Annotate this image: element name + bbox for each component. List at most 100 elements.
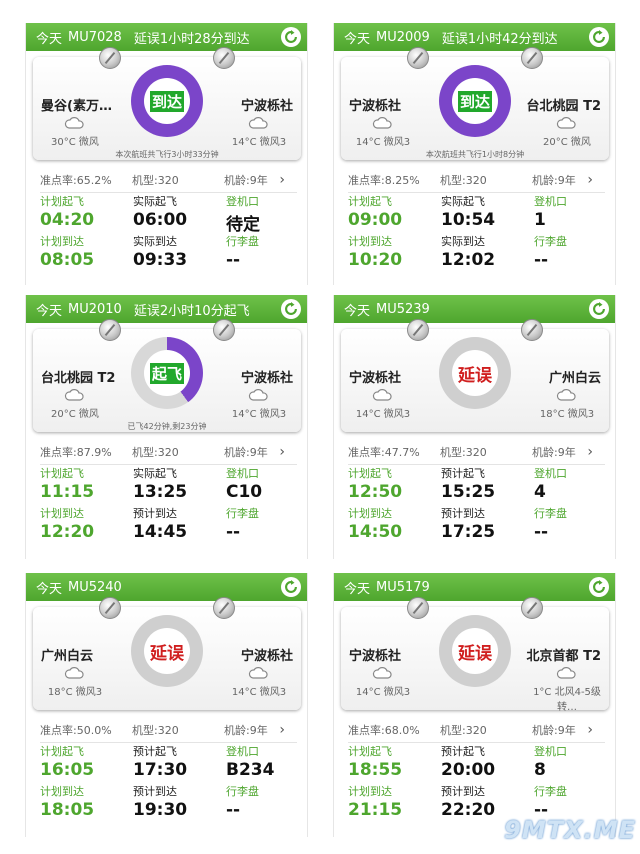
flight-card[interactable]: 今天 MU5240 广州白云 宁波栎社 18°C 微风3 14°C 微风3 延误 bbox=[25, 573, 308, 837]
flight-number: MU7028 bbox=[68, 29, 122, 45]
flight-number: MU2010 bbox=[68, 301, 122, 317]
gate: 登机口 C10 bbox=[226, 465, 262, 502]
baggage-label: 行李盘 bbox=[534, 785, 567, 798]
flight-card[interactable]: 今天 MU5179 宁波栎社 北京首都 T2 14°C 微风3 1°C 北风4-… bbox=[333, 573, 616, 837]
departure-city: 宁波栎社 bbox=[349, 99, 402, 114]
scheduled-arrival-time: 18:05 bbox=[40, 800, 95, 820]
flight-status-collage: 今天 MU7028 延误1小时28分到达 曼谷(素万… 宁波栎社 30°C 微风… bbox=[0, 0, 640, 854]
aircraft-model: 机型:320 bbox=[440, 724, 487, 737]
day-label: 今天 bbox=[36, 303, 63, 319]
aircraft-model: 机型:320 bbox=[440, 174, 487, 187]
chevron-right-icon[interactable]: › bbox=[279, 172, 285, 188]
actual-arrival: 预计到达 19:30 bbox=[133, 783, 187, 820]
scheduled-arrival-time: 14:50 bbox=[348, 522, 403, 542]
arrival-weather: 1°C 北风4-5级转… bbox=[527, 665, 607, 713]
actual-arrival: 实际到达 12:02 bbox=[441, 233, 495, 270]
actual-departure-label: 实际起飞 bbox=[441, 195, 485, 208]
ontime-rate: 准点率:87.9% bbox=[40, 446, 112, 459]
day-label: 今天 bbox=[344, 581, 371, 597]
departure-city: 台北桃园 T2 bbox=[41, 371, 116, 386]
scheduled-departure-label: 计划起飞 bbox=[348, 195, 392, 208]
chevron-right-icon[interactable]: › bbox=[279, 722, 285, 738]
chevron-right-icon[interactable]: › bbox=[587, 444, 593, 460]
actual-departure-label: 预计起飞 bbox=[441, 745, 485, 758]
chevron-right-icon[interactable]: › bbox=[587, 172, 593, 188]
baggage-carousel: 行李盘 -- bbox=[226, 233, 259, 270]
day-label: 今天 bbox=[36, 581, 63, 597]
chevron-right-icon[interactable]: › bbox=[279, 444, 285, 460]
screw-icon bbox=[521, 47, 543, 69]
departure-weather-text: 18°C 微风3 bbox=[47, 687, 103, 698]
scheduled-departure-label: 计划起飞 bbox=[40, 467, 84, 480]
refresh-icon[interactable] bbox=[589, 27, 609, 47]
cloud-icon bbox=[219, 665, 299, 681]
scheduled-departure-label: 计划起飞 bbox=[348, 745, 392, 758]
arrival-weather: 14°C 微风3 bbox=[219, 115, 299, 148]
baggage-carousel: 行李盘 -- bbox=[226, 505, 259, 542]
refresh-icon[interactable] bbox=[281, 577, 301, 597]
gate: 登机口 4 bbox=[534, 465, 567, 502]
arrival-city: 广州白云 bbox=[548, 371, 601, 386]
departure-city: 宁波栎社 bbox=[349, 649, 402, 664]
actual-arrival-label: 预计到达 bbox=[441, 785, 485, 798]
baggage-value: -- bbox=[534, 522, 549, 542]
flight-card[interactable]: 今天 MU7028 延误1小时28分到达 曼谷(素万… 宁波栎社 30°C 微风… bbox=[25, 23, 308, 285]
scheduled-arrival: 计划到达 08:05 bbox=[40, 233, 94, 270]
scheduled-departure: 计划起飞 18:55 bbox=[348, 743, 402, 780]
flight-card[interactable]: 今天 MU2010 延误2小时10分起飞 台北桃园 T2 宁波栎社 20°C 微… bbox=[25, 295, 308, 559]
aircraft-stats[interactable]: 准点率:68.0% 机型:320 机龄:9年 › bbox=[348, 722, 605, 743]
aircraft-stats[interactable]: 准点率:65.2% 机型:320 机龄:9年 › bbox=[40, 172, 297, 193]
flight-card[interactable]: 今天 MU5239 宁波栎社 广州白云 14°C 微风3 18°C 微风3 延误 bbox=[333, 295, 616, 559]
arrival-weather-text: 18°C 微风3 bbox=[539, 409, 595, 420]
actual-departure-time: 17:30 bbox=[133, 760, 188, 780]
arrival-weather: 14°C 微风3 bbox=[219, 665, 299, 698]
actual-departure-label: 实际起飞 bbox=[133, 467, 177, 480]
baggage-label: 行李盘 bbox=[534, 235, 567, 248]
arrival-weather-text: 1°C 北风4-5级转… bbox=[533, 687, 601, 713]
baggage-carousel: 行李盘 -- bbox=[226, 783, 259, 820]
chevron-right-icon[interactable]: › bbox=[587, 722, 593, 738]
departure-weather: 14°C 微风3 bbox=[343, 387, 423, 420]
arrival-city: 北京首都 T2 bbox=[526, 649, 601, 664]
aircraft-stats[interactable]: 准点率:8.25% 机型:320 机龄:9年 › bbox=[348, 172, 605, 193]
arrival-weather: 20°C 微风 bbox=[527, 115, 607, 148]
aircraft-age: 机龄:9年 bbox=[224, 446, 268, 459]
refresh-icon[interactable] bbox=[589, 577, 609, 597]
arrival-weather-text: 14°C 微风3 bbox=[231, 687, 287, 698]
gate-label: 登机口 bbox=[226, 745, 259, 758]
arrival-weather-text: 20°C 微风 bbox=[543, 137, 591, 148]
scheduled-departure-time: 18:55 bbox=[348, 760, 403, 780]
cloud-icon bbox=[527, 665, 607, 681]
scheduled-arrival: 计划到达 10:20 bbox=[348, 233, 402, 270]
scheduled-arrival-time: 08:05 bbox=[40, 250, 95, 270]
departure-weather: 20°C 微风 bbox=[35, 387, 115, 420]
flight-card[interactable]: 今天 MU2009 延误1小时42分到达 宁波栎社 台北桃园 T2 14°C 微… bbox=[333, 23, 616, 285]
status-ring: 延误 bbox=[439, 615, 511, 687]
actual-arrival-label: 预计到达 bbox=[133, 507, 177, 520]
scheduled-arrival-label: 计划到达 bbox=[348, 235, 392, 248]
aircraft-stats[interactable]: 准点率:50.0% 机型:320 机龄:9年 › bbox=[40, 722, 297, 743]
aircraft-age: 机龄:9年 bbox=[532, 446, 576, 459]
refresh-icon[interactable] bbox=[589, 299, 609, 319]
aircraft-age: 机龄:9年 bbox=[532, 724, 576, 737]
scheduled-departure-time: 09:00 bbox=[348, 210, 403, 230]
screw-icon bbox=[521, 319, 543, 341]
refresh-icon[interactable] bbox=[281, 27, 301, 47]
departure-weather-text: 30°C 微风 bbox=[51, 137, 99, 148]
scheduled-departure: 计划起飞 16:05 bbox=[40, 743, 94, 780]
status-ring: 延误 bbox=[439, 337, 511, 409]
refresh-icon[interactable] bbox=[281, 299, 301, 319]
aircraft-stats[interactable]: 准点率:47.7% 机型:320 机龄:9年 › bbox=[348, 444, 605, 465]
scheduled-departure-time: 16:05 bbox=[40, 760, 95, 780]
scheduled-departure-time: 04:20 bbox=[40, 210, 95, 230]
status-ring: 起飞 bbox=[131, 337, 203, 409]
actual-arrival-time: 14:45 bbox=[133, 522, 188, 542]
departure-city: 宁波栎社 bbox=[349, 371, 402, 386]
aircraft-stats[interactable]: 准点率:87.9% 机型:320 机龄:9年 › bbox=[40, 444, 297, 465]
baggage-value: -- bbox=[226, 522, 241, 542]
screw-icon bbox=[99, 319, 121, 341]
departure-weather-text: 20°C 微风 bbox=[51, 409, 99, 420]
departure-weather-text: 14°C 微风3 bbox=[355, 137, 411, 148]
actual-arrival-time: 17:25 bbox=[441, 522, 496, 542]
gate-label: 登机口 bbox=[226, 467, 259, 480]
